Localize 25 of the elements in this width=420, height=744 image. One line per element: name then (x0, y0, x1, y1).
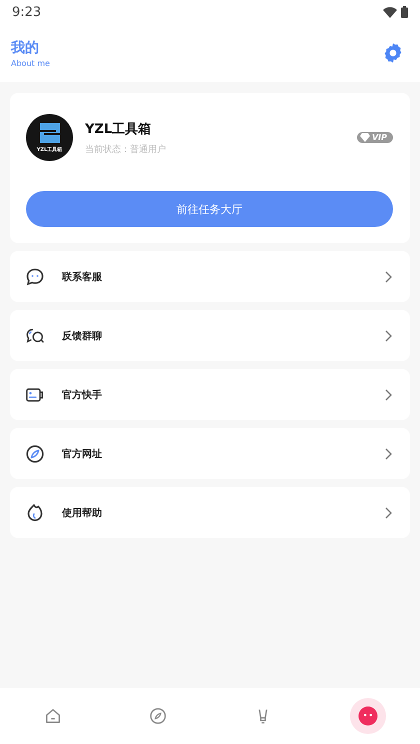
chevron-icon (384, 448, 392, 460)
user-status: 当前状态：普通用户 (85, 143, 167, 156)
menu-item[interactable]: 反馈群聊 (10, 310, 410, 361)
menu-item[interactable]: 使用帮助 (10, 487, 410, 538)
battery-icon (401, 6, 408, 18)
chat-bubble-icon (25, 266, 45, 286)
wifi-icon (383, 6, 397, 18)
chevron-icon (384, 388, 392, 400)
user-name: YZL工具箱 (85, 120, 152, 138)
chevron-icon (384, 330, 392, 342)
chevron-icon (384, 270, 392, 282)
menu-item[interactable]: 官方快手 (10, 369, 410, 420)
settings-icon[interactable] (382, 42, 404, 64)
flame-icon (25, 502, 45, 522)
compass-icon[interactable] (148, 707, 166, 725)
menu-item[interactable]: 联系客服 (10, 251, 410, 302)
home-icon[interactable] (44, 707, 62, 725)
chevron-icon (384, 506, 392, 518)
compass-icon (25, 444, 45, 464)
status-time: 9:23 (12, 4, 42, 20)
profile-tab-icon[interactable] (348, 697, 386, 735)
page-title: 我的 (11, 38, 40, 56)
page-subtitle: About me (11, 58, 50, 68)
menu-item[interactable]: 官方网址 (10, 428, 410, 479)
vip-badge: VIP (356, 132, 393, 143)
